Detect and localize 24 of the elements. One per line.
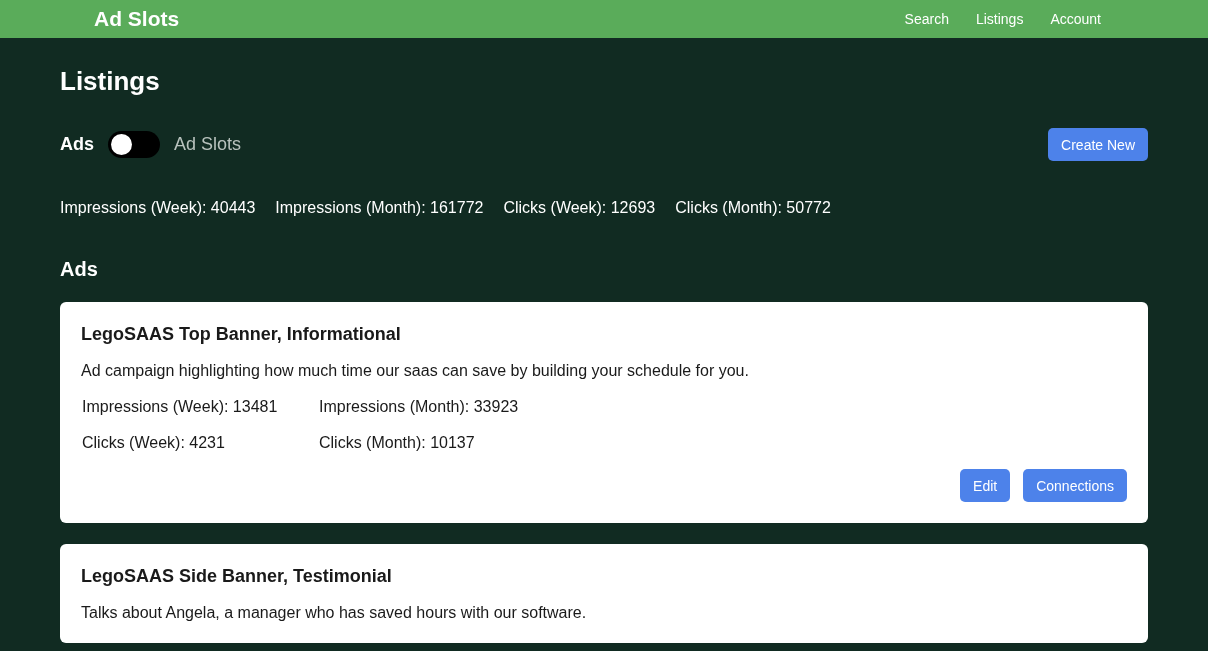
card-description: Ad campaign highlighting how much time our saas can save by building your schedule for you.: [81, 362, 750, 380]
card-button[interactable]: Connections: [1023, 469, 1127, 502]
stat-text: Clicks (Month): 10137: [319, 434, 476, 452]
toggle-label: Ads: [60, 134, 94, 155]
brand-link[interactable]: Ad Slots: [94, 7, 180, 31]
stat-text: Impressions (Week): 40443: [60, 199, 256, 217]
stat-text: Clicks (Week): 12693: [503, 199, 656, 217]
nav-link[interactable]: Listings: [975, 11, 1024, 27]
stat-text: Impressions (Week): 13481: [82, 398, 279, 416]
stat-text: Clicks (Month): 50772: [675, 199, 831, 217]
create-new-button[interactable]: Create New: [1048, 128, 1148, 161]
nav-link[interactable]: Account: [1050, 11, 1101, 27]
page-title: Listings: [60, 66, 161, 96]
toggle-switch[interactable]: [108, 131, 160, 158]
stat-text: Clicks (Week): 4231: [82, 434, 226, 452]
card-button[interactable]: Edit: [960, 469, 1011, 502]
section-title: Ads: [60, 257, 99, 281]
card-title: LegoSAAS Side Banner, Testimonial: [81, 566, 393, 587]
stat-text: Impressions (Month): 161772: [275, 199, 484, 217]
card-description: Talks about Angela, a manager who has saved hours with our software.: [81, 604, 588, 622]
nav-link[interactable]: Search: [904, 11, 949, 27]
stat-text: Impressions (Month): 33923: [319, 398, 520, 416]
card-title: LegoSAAS Top Banner, Informational: [81, 324, 402, 345]
toggle-label: Ad Slots: [174, 134, 242, 155]
